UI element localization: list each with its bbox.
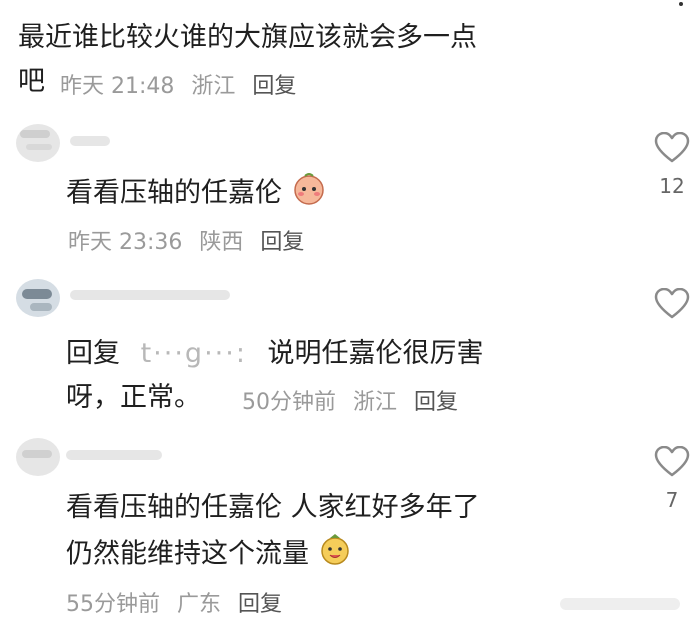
heart-outline-icon [654, 132, 690, 163]
reply-button[interactable]: 回复 [238, 592, 282, 617]
reply-prefix: 回复 [66, 338, 120, 369]
like-button[interactable]: 12 [651, 132, 690, 198]
blushing-peach-emoji [291, 170, 327, 218]
comment-location: 浙江 [353, 390, 398, 415]
comment-text-line2: 仍然能维持这个流量 [66, 532, 352, 578]
comment-text: 最近谁比较火谁的大旗应该就会多一点 [18, 22, 477, 53]
avatar[interactable] [16, 279, 60, 317]
comment-location: 浙江 [191, 74, 236, 99]
username-blurred[interactable] [66, 450, 162, 460]
comment-meta: 昨天 21:48 浙江 回复 [60, 68, 306, 100]
watermark [560, 598, 680, 610]
reply-button[interactable]: 回复 [414, 390, 458, 415]
like-button[interactable] [651, 288, 690, 320]
like-button[interactable]: 7 [651, 446, 690, 512]
comment-body-2: 仍然能维持这个流量 [66, 538, 309, 570]
comment-meta: 昨天 23:36 陕西 回复 [68, 224, 314, 256]
avatar[interactable] [16, 124, 60, 162]
heart-outline-icon [654, 446, 690, 477]
comment-meta: 50分钟前 浙江 回复 [242, 384, 468, 416]
comment-time: 55分钟前 [66, 592, 160, 617]
reply-button[interactable]: 回复 [252, 74, 296, 99]
comment-time: 昨天 23:36 [68, 230, 183, 255]
comment-time: 50分钟前 [242, 390, 336, 415]
comment-text-line2: 吧 [18, 66, 45, 97]
comment-location: 广东 [177, 592, 222, 617]
comment-body: 看看压轴的任嘉伦 [66, 177, 282, 209]
username-blurred[interactable] [70, 136, 110, 146]
username-blurred[interactable] [70, 290, 230, 300]
partial-icon [679, 2, 683, 6]
comment-text: 看看压轴的任嘉伦 [66, 170, 327, 218]
reply-target[interactable]: t···g···: [141, 338, 247, 369]
reply-text: 回复 t···g···: 说明任嘉伦很厉害 [66, 334, 484, 374]
reply-text-line2: 呀，正常。 [66, 378, 201, 418]
reply-body: 说明任嘉伦很厉害 [267, 338, 484, 369]
reply-body-2: 呀，正常。 [66, 382, 201, 413]
reply-button[interactable]: 回复 [260, 230, 304, 255]
comment-text: 看看压轴的任嘉伦 人家红好多年了 [66, 492, 480, 523]
comment-time: 昨天 21:48 [60, 74, 175, 99]
smiling-dog-emoji [318, 532, 352, 578]
avatar[interactable] [16, 438, 60, 476]
comment-meta: 55分钟前 广东 回复 [66, 586, 292, 618]
heart-outline-icon [654, 288, 690, 319]
like-count: 12 [659, 174, 685, 198]
comment-location: 陕西 [199, 230, 244, 255]
like-count: 7 [665, 488, 679, 512]
